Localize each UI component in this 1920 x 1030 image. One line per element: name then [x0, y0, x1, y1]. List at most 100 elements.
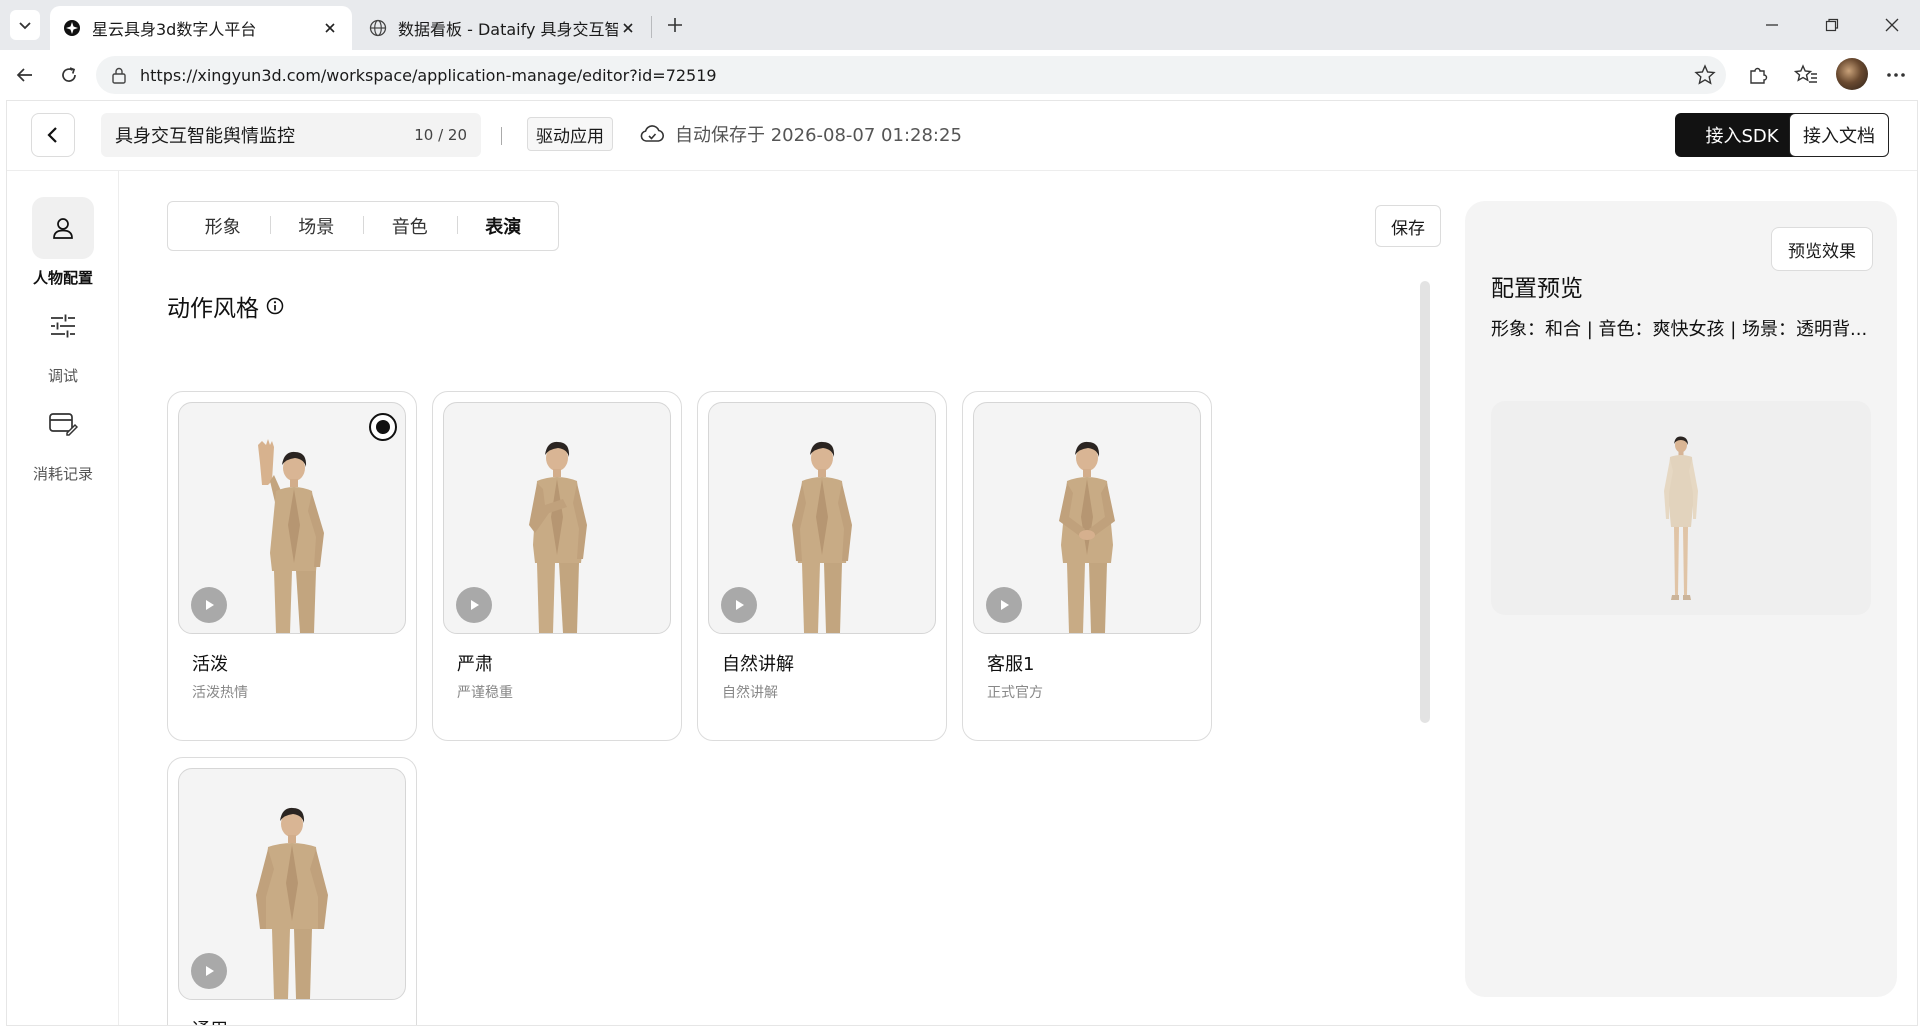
xingyun-logo-icon — [62, 18, 82, 38]
minimize-button[interactable] — [1754, 10, 1790, 40]
style-thumbnail — [178, 402, 406, 634]
play-preview-button[interactable] — [986, 587, 1022, 623]
style-card-general[interactable]: 通用 — [167, 757, 417, 1025]
style-card-lively[interactable]: 活泼 活泼热情 — [167, 391, 417, 741]
style-card-customer-service[interactable]: 客服1 正式官方 — [962, 391, 1212, 741]
site-info-icon[interactable] — [108, 64, 130, 86]
sidebar-item-debug[interactable]: 调试 — [19, 295, 107, 386]
play-preview-button[interactable] — [191, 587, 227, 623]
tab-list-button[interactable] — [10, 10, 40, 40]
style-card-title: 客服1 — [987, 654, 1035, 675]
sidebar-item-label: 调试 — [47, 367, 78, 385]
selected-radio-indicator[interactable] — [369, 413, 397, 441]
chevron-down-icon — [19, 22, 31, 30]
style-card-subtitle: 自然讲解 — [722, 685, 778, 701]
more-menu-button[interactable] — [1880, 59, 1912, 91]
section-title-text: 动作风格 — [167, 296, 259, 322]
chevron-left-icon — [47, 127, 57, 143]
main-content: 形象 场景 音色 表演 保存 动作风格 活泼 活泼热情 严肃 严谨稳重 自然讲解… — [119, 171, 1449, 1025]
favorites-button[interactable] — [1790, 59, 1822, 91]
tab-divider — [651, 16, 652, 38]
style-thumbnail — [708, 402, 936, 634]
restore-button[interactable] — [1814, 10, 1850, 40]
play-icon — [471, 600, 479, 610]
arrow-left-icon — [16, 68, 32, 82]
play-preview-button[interactable] — [721, 587, 757, 623]
globe-icon — [368, 18, 388, 38]
play-preview-button[interactable] — [191, 953, 227, 989]
sliders-icon — [32, 295, 94, 357]
save-button[interactable]: 保存 — [1375, 205, 1441, 247]
preview-title: 配置预览 — [1491, 276, 1583, 302]
style-card-serious[interactable]: 严肃 严谨稳重 — [432, 391, 682, 741]
plus-icon — [668, 18, 682, 32]
new-tab-button[interactable] — [662, 12, 688, 38]
preview-effect-button[interactable]: 预览效果 — [1771, 227, 1873, 271]
app-name-input[interactable]: 具身交互智能舆情监控 10 / 20 — [101, 113, 481, 157]
char-counter: 10 / 20 — [414, 126, 467, 144]
config-tabs: 形象 场景 音色 表演 — [167, 201, 559, 251]
tab-avatar[interactable]: 形象 — [176, 213, 270, 239]
minimize-icon — [1766, 24, 1778, 26]
play-icon — [1001, 600, 1009, 610]
style-thumbnail — [178, 768, 406, 1000]
app-window: 具身交互智能舆情监控 10 / 20 驱动应用 自动保存于 2026-08-07… — [6, 100, 1918, 1026]
avatar-preview-stage — [1491, 401, 1871, 615]
puzzle-icon — [1750, 67, 1768, 84]
sidebar-item-usage-records[interactable]: 消耗记录 — [19, 393, 107, 484]
avatar-figure-clasped — [1059, 441, 1115, 633]
style-card-subtitle: 活泼热情 — [192, 685, 248, 701]
extensions-button[interactable] — [1742, 59, 1774, 91]
editor-header: 具身交互智能舆情监控 10 / 20 驱动应用 自动保存于 2026-08-07… — [7, 101, 1917, 171]
cloud-sync-icon — [639, 123, 665, 145]
back-nav-button[interactable] — [10, 60, 40, 90]
back-button[interactable] — [31, 113, 75, 157]
play-icon — [206, 600, 214, 610]
close-icon — [1885, 18, 1899, 32]
tab-scene[interactable]: 场景 — [269, 213, 364, 239]
tab-title: 星云具身3d数字人平台 — [92, 20, 257, 39]
tab-performance[interactable]: 表演 — [456, 213, 551, 239]
avatar-figure-standing — [256, 807, 328, 999]
style-card-subtitle: 严谨稳重 — [457, 685, 513, 701]
avatar-figure-natural — [792, 441, 852, 633]
browser-tab[interactable]: 数据看板 - Dataify 具身交互智能舆 — [356, 6, 650, 50]
drive-app-tag: 驱动应用 — [527, 117, 613, 151]
sidebar-item-label: 消耗记录 — [32, 465, 93, 483]
sidebar-item-label: 人物配置 — [32, 269, 93, 287]
style-card-title: 通用 — [192, 1016, 228, 1025]
person-icon — [32, 197, 94, 259]
sidebar-item-character-config[interactable]: 人物配置 — [19, 197, 107, 288]
play-preview-button[interactable] — [456, 587, 492, 623]
close-tab-icon[interactable] — [618, 18, 638, 38]
style-thumbnail — [973, 402, 1201, 634]
url-field[interactable]: https://xingyun3d.com/workspace/applicat… — [96, 56, 1726, 94]
browser-tab-bar: 星云具身3d数字人平台 数据看板 - Dataify 具身交互智能舆 — [0, 0, 1920, 50]
autosave-text: 自动保存于 2026-08-07 01:28:25 — [675, 125, 962, 146]
browser-tab-active[interactable]: 星云具身3d数字人平台 — [50, 6, 352, 50]
preview-summary: 形象：和合 | 音色：爽快女孩 | 场景：透明背... — [1491, 319, 1868, 340]
info-icon[interactable] — [265, 296, 285, 316]
style-card-title: 严肃 — [457, 654, 493, 675]
tab-title: 数据看板 - Dataify 具身交互智能舆 — [398, 20, 618, 39]
style-thumbnail — [443, 402, 671, 634]
url-text: https://xingyun3d.com/workspace/applicat… — [140, 65, 717, 85]
header-divider — [501, 127, 502, 145]
reload-button[interactable] — [54, 60, 84, 90]
card-edit-icon — [32, 393, 94, 455]
tab-voice[interactable]: 音色 — [363, 213, 457, 239]
style-card-natural-explain[interactable]: 自然讲解 自然讲解 — [697, 391, 947, 741]
config-preview-panel: 预览效果 配置预览 形象：和合 | 音色：爽快女孩 | 场景：透明背... — [1465, 201, 1897, 997]
play-icon — [206, 966, 214, 976]
restore-icon — [1825, 18, 1839, 32]
close-tab-icon[interactable] — [320, 18, 340, 38]
star-icon[interactable] — [1694, 64, 1716, 90]
more-icon — [1887, 73, 1905, 77]
avatar-preview-figure — [1664, 436, 1698, 600]
side-navigation: 人物配置 调试 消耗记录 — [7, 171, 119, 1025]
favorites-list-icon — [1794, 64, 1817, 83]
profile-avatar[interactable] — [1836, 58, 1868, 90]
scrollbar[interactable] — [1420, 281, 1430, 723]
close-window-button[interactable] — [1874, 10, 1910, 40]
integration-docs-button[interactable]: 接入文档 — [1789, 113, 1889, 157]
